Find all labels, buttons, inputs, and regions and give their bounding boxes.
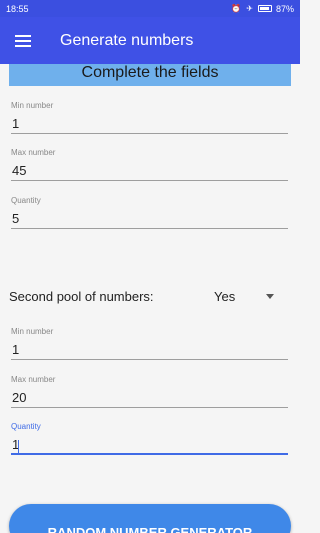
- airplane-icon: ✈: [246, 4, 254, 13]
- second-pool-label: Second pool of numbers:: [9, 288, 154, 304]
- menu-icon: [15, 34, 31, 47]
- max-number-input[interactable]: [11, 159, 288, 181]
- second-quantity-label: Quantity: [11, 422, 41, 431]
- random-number-generator-button[interactable]: RANDOM NUMBER GENERATOR: [9, 504, 291, 533]
- quantity-input[interactable]: [11, 207, 288, 229]
- status-time: 18:55: [6, 3, 29, 14]
- second-pool-value: Yes: [214, 288, 236, 304]
- second-min-number-input[interactable]: [11, 338, 288, 360]
- min-number-input[interactable]: [11, 112, 288, 134]
- dropdown-arrow-icon: [266, 293, 274, 299]
- min-number-field: Min number: [11, 100, 288, 134]
- instruction-banner: Complete the fields: [9, 64, 291, 86]
- second-pool-select[interactable]: Yes: [214, 289, 291, 304]
- second-min-number-label: Min number: [11, 327, 54, 336]
- second-max-number-field: Max number: [11, 374, 288, 408]
- min-number-label: Min number: [11, 101, 54, 110]
- second-quantity-input[interactable]: [11, 433, 288, 455]
- alarm-icon: ⏰: [231, 4, 243, 13]
- max-number-label: Max number: [11, 148, 56, 157]
- text-cursor: [18, 440, 19, 454]
- second-max-number-label: Max number: [11, 375, 56, 384]
- max-number-field: Max number: [11, 147, 288, 181]
- menu-button[interactable]: [0, 17, 46, 64]
- second-quantity-field: Quantity: [11, 421, 288, 455]
- status-right: ⏰ ✈ 87%: [231, 4, 294, 14]
- battery-percent: 87%: [275, 3, 294, 14]
- quantity-field: Quantity: [11, 195, 288, 229]
- status-bar: 18:55 ⏰ ✈ 87%: [0, 0, 300, 17]
- second-max-number-input[interactable]: [11, 386, 288, 408]
- second-pool-row: Second pool of numbers: Yes: [9, 285, 291, 307]
- app-bar: Generate numbers: [0, 17, 300, 64]
- second-min-number-field: Min number: [11, 326, 288, 360]
- battery-icon: [257, 5, 272, 12]
- app-title: Generate numbers: [60, 31, 194, 49]
- quantity-label: Quantity: [11, 196, 41, 205]
